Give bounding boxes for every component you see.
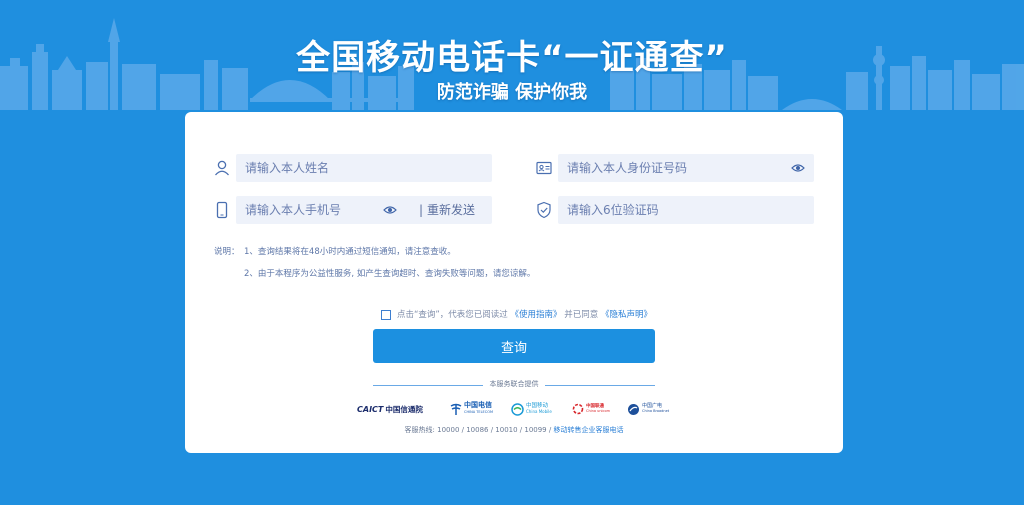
resend-button[interactable]: 重新发送 [427,196,475,224]
china-broadnet-logo: 中国广电 China Broadnet [627,400,669,418]
separator: | [419,203,424,217]
phone-icon [216,201,228,219]
query-button[interactable]: 查询 [373,329,655,363]
eye-icon[interactable] [791,161,805,175]
china-mobile-logo: 中国移动 China Mobile [511,400,552,418]
verification-code-input[interactable] [567,196,814,224]
phone-field[interactable]: | 重新发送 [236,196,492,224]
note-item: 1、查询结果将在48小时内通过短信通知，请注意查收。 [244,247,456,257]
page-title: 全国移动电话卡“一证通查” [296,38,728,78]
note-item: 2、由于本程序为公益性服务, 如产生查询超时、查询失败等问题，请您谅解。 [244,269,536,279]
partner-logos: CAICT 中国信通院 中国电信 CHINA TELECOM 中国移动 Chin… [355,400,675,418]
china-unicom-logo: 中国联通 China unicom [572,400,610,418]
agreement-text: 并已同意 [564,310,599,320]
caict-logo-en: CAICT [357,404,384,414]
header-banner: 全国移动电话卡“一证通查” 防范诈骗 保护你我 [0,0,1024,112]
china-telecom-icon [450,403,462,415]
mvno-hotline-link[interactable]: 移动转售企业客服电话 [553,426,623,434]
china-mobile-icon [511,402,524,416]
provided-by: 本服务联合提供 [373,379,655,391]
agreement-text: 点击“查询”，代表您已阅读过 [397,310,508,320]
name-field[interactable] [236,154,492,182]
id-number-field[interactable] [558,154,814,182]
china-unicom-en: China unicom [586,409,610,413]
china-mobile-en: China Mobile [526,409,552,414]
caict-logo-cn: 中国信通院 [385,404,423,414]
china-telecom-logo: 中国电信 CHINA TELECOM [449,400,493,418]
agree-checkbox[interactable] [381,309,391,320]
china-telecom-en: CHINA TELECOM [464,410,493,414]
id-number-input[interactable] [567,154,777,182]
shield-icon [537,201,551,219]
agreement-row: 点击“查询”，代表您已阅读过 《使用指南》 并已同意 《隐私声明》 [381,308,652,320]
usage-guide-link[interactable]: 《使用指南》 [511,310,562,320]
privacy-link[interactable]: 《隐私声明》 [601,310,652,320]
provided-by-text: 本服务联合提供 [489,380,539,388]
china-broadnet-icon [628,403,639,415]
query-form-card: | 重新发送 说明： 1、查询结果将在48小时内通过短信通知，请注意查收。 2、… [185,112,843,453]
id-card-icon [536,161,552,175]
phone-input[interactable] [245,196,375,224]
hotline-text: 客服热线: 10000 / 10086 / 10010 / 10099 / [404,426,552,434]
eye-icon[interactable] [383,203,397,217]
china-telecom-cn: 中国电信 [464,401,492,409]
china-broadnet-en: China Broadnet [642,409,670,413]
name-input[interactable] [245,154,492,182]
notes-label: 说明： [214,247,240,257]
code-field[interactable] [558,196,814,224]
page-subtitle: 防范诈骗 保护你我 [436,82,588,103]
china-unicom-icon [572,403,584,415]
caict-logo: CAICT 中国信通院 [357,400,423,418]
hotline: 客服热线: 10000 / 10086 / 10010 / 10099 / 移动… [185,425,843,435]
user-icon [215,160,229,176]
